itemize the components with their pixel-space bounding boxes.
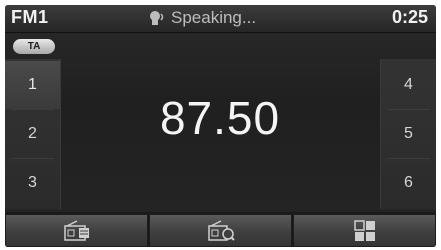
radio-screen: FM1 Speaking... 0:25 TA 1 2 3 4 5 6 87.5… bbox=[5, 5, 436, 247]
frequency-display: 87.50 bbox=[159, 92, 281, 144]
preset-6-button[interactable]: 6 bbox=[381, 159, 436, 207]
speaking-icon bbox=[148, 8, 168, 28]
preset-3-button[interactable]: 3 bbox=[5, 159, 60, 207]
radio-list-icon bbox=[63, 219, 91, 242]
radio-list-button[interactable] bbox=[5, 214, 148, 247]
status-text: Speaking... bbox=[171, 8, 257, 27]
preset-2-button[interactable]: 2 bbox=[5, 110, 60, 158]
grid-menu-icon bbox=[353, 219, 376, 242]
preset-column-right: 4 5 6 bbox=[380, 59, 436, 209]
status-bar: FM1 Speaking... 0:25 bbox=[5, 5, 436, 33]
clock: 0:25 bbox=[391, 7, 428, 27]
band-label: FM1 bbox=[11, 7, 49, 27]
ta-badge[interactable]: TA bbox=[13, 39, 55, 54]
preset-4-button[interactable]: 4 bbox=[381, 61, 436, 109]
bottom-bar bbox=[5, 212, 436, 247]
preset-1-button[interactable]: 1 bbox=[5, 61, 60, 109]
preset-5-button[interactable]: 5 bbox=[381, 110, 436, 158]
menu-button[interactable] bbox=[293, 214, 436, 247]
preset-column-left: 1 2 3 bbox=[5, 59, 61, 209]
radio-scan-button[interactable] bbox=[149, 214, 292, 247]
radio-scan-icon bbox=[207, 219, 235, 242]
